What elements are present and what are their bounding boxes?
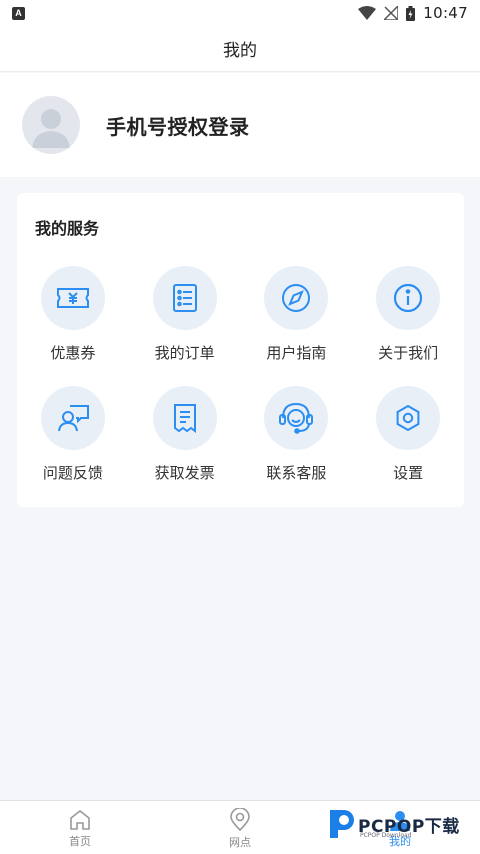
- service-label: 我的订单: [154, 344, 215, 362]
- tab-home[interactable]: 首页: [0, 801, 160, 854]
- compass-icon: [264, 266, 329, 330]
- tab-outlets[interactable]: 网点: [160, 801, 320, 854]
- services-grid: 优惠券 我的订单 用户指南 关于我们 问题反馈 获取发票 联系客服 设置: [17, 266, 464, 483]
- order-list-icon: [152, 266, 217, 330]
- headset-icon: [264, 386, 329, 450]
- status-left: A: [12, 6, 25, 20]
- watermark-sub: PCPOP Download: [360, 832, 412, 839]
- tab-label: 首页: [69, 834, 91, 848]
- service-label: 获取发票: [154, 464, 215, 482]
- wifi-icon: [358, 6, 377, 20]
- page-title: 我的: [223, 41, 257, 61]
- battery-icon: [406, 5, 416, 21]
- feedback-icon: [40, 386, 105, 450]
- services-card: 我的服务 优惠券 我的订单 用户指南 关于我们 问题反馈 获取发票 联系客服 设…: [17, 193, 464, 507]
- service-settings[interactable]: 设置: [352, 386, 464, 483]
- login-link[interactable]: 手机号授权登录: [106, 111, 250, 140]
- service-orders[interactable]: 我的订单: [129, 266, 241, 363]
- avatar[interactable]: [22, 96, 80, 154]
- service-about[interactable]: 关于我们: [352, 266, 464, 363]
- settings-hex-icon: [376, 386, 441, 450]
- service-label: 关于我们: [378, 344, 439, 362]
- profile-section[interactable]: 手机号授权登录: [0, 73, 480, 177]
- service-label: 联系客服: [266, 464, 327, 482]
- coupon-icon: [40, 266, 105, 330]
- clock: 10:47: [423, 4, 468, 22]
- invoice-icon: [152, 386, 217, 450]
- badge-letter: A: [15, 8, 22, 18]
- service-guide[interactable]: 用户指南: [241, 266, 353, 363]
- nav-bar: 我的: [0, 26, 480, 72]
- info-icon: [376, 266, 441, 330]
- service-label: 设置: [393, 464, 424, 482]
- pcpop-logo-icon: [330, 810, 354, 838]
- services-title: 我的服务: [35, 219, 100, 238]
- watermark: PCPOP下载 PCPOP Download: [326, 804, 476, 844]
- service-support[interactable]: 联系客服: [241, 386, 353, 483]
- tab-label: 网点: [229, 835, 251, 849]
- home-icon: [70, 809, 90, 830]
- status-bar: A 10:47: [0, 0, 480, 26]
- service-label: 用户指南: [266, 344, 327, 362]
- service-label: 问题反馈: [42, 464, 103, 482]
- service-coupon[interactable]: 优惠券: [17, 266, 129, 363]
- notification-badge: A: [12, 6, 25, 20]
- default-avatar-icon: [32, 109, 70, 148]
- location-icon: [230, 807, 250, 831]
- service-feedback[interactable]: 问题反馈: [17, 386, 129, 483]
- no-signal-icon: [384, 6, 399, 20]
- service-invoice[interactable]: 获取发票: [129, 386, 241, 483]
- status-right: 10:47: [358, 4, 468, 22]
- service-label: 优惠券: [50, 344, 96, 362]
